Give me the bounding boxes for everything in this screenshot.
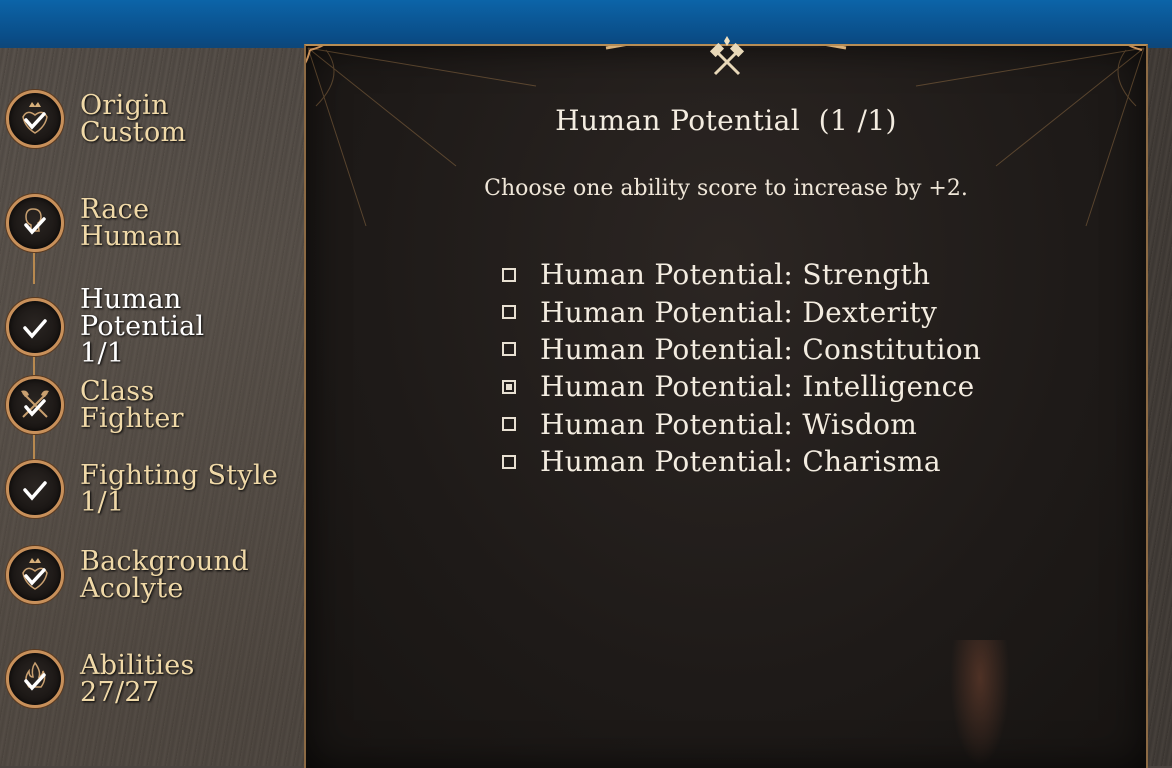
- option-label: Human Potential: Strength: [540, 258, 931, 292]
- panel-ornament: [306, 46, 1145, 227]
- check-icon: [6, 460, 64, 518]
- ability-options-list: Human Potential: Strength Human Potentia…: [502, 256, 981, 480]
- sidebar-item-label: Race Human: [80, 194, 182, 252]
- checkbox[interactable]: [502, 267, 516, 282]
- panel-title: Human Potential (1 /1): [555, 104, 897, 137]
- sidebar-item-class[interactable]: Class Fighter: [6, 376, 184, 434]
- sidebar-item-label: Background Acolyte: [80, 546, 249, 604]
- checkbox[interactable]: [502, 454, 516, 469]
- option-label: Human Potential: Charisma: [540, 445, 941, 479]
- sidebar-item-label: Class Fighter: [80, 376, 184, 434]
- checkbox[interactable]: [502, 417, 516, 432]
- checkbox-checked[interactable]: [502, 379, 516, 394]
- checkbox[interactable]: [502, 342, 516, 357]
- flame-check-icon: [6, 650, 64, 708]
- sidebar-item-label: Fighting Style 1/1: [80, 460, 279, 518]
- creation-steps-sidebar: Origin Custom Race Human Human Potential…: [0, 80, 300, 760]
- sidebar-item-background[interactable]: Background Acolyte: [6, 546, 249, 604]
- crowned-heart-check-icon: [6, 546, 64, 604]
- sidebar-item-origin[interactable]: Origin Custom: [6, 90, 186, 148]
- option-strength[interactable]: Human Potential: Strength: [502, 256, 981, 293]
- race-head-check-icon: [6, 194, 64, 252]
- option-label: Human Potential: Constitution: [540, 332, 982, 366]
- crowned-heart-check-icon: [6, 90, 64, 148]
- check-icon: [6, 297, 64, 356]
- sidebar-item-race[interactable]: Race Human: [6, 194, 182, 252]
- option-intelligence[interactable]: Human Potential: Intelligence: [502, 368, 981, 405]
- selection-panel: Human Potential (1 /1) Choose one abilit…: [304, 36, 1148, 768]
- checkbox[interactable]: [502, 305, 516, 320]
- sidebar-item-label: Origin Custom: [80, 90, 187, 148]
- sidebar-item-human-potential[interactable]: Human Potential 1/1: [6, 286, 204, 367]
- option-label: Human Potential: Intelligence: [540, 370, 975, 404]
- crossed-hammers-icon: [709, 36, 745, 76]
- option-label: Human Potential: Wisdom: [540, 407, 918, 441]
- sidebar-item-fighting-style[interactable]: Fighting Style 1/1: [6, 460, 278, 518]
- step-connector: [33, 248, 35, 284]
- option-charisma[interactable]: Human Potential: Charisma: [502, 443, 981, 480]
- option-dexterity[interactable]: Human Potential: Dexterity: [502, 293, 981, 330]
- option-constitution[interactable]: Human Potential: Constitution: [502, 331, 981, 368]
- option-wisdom[interactable]: Human Potential: Wisdom: [502, 406, 981, 443]
- crossed-axes-check-icon: [6, 376, 64, 434]
- option-label: Human Potential: Dexterity: [540, 295, 938, 329]
- character-model: [950, 640, 1010, 766]
- sidebar-item-abilities[interactable]: Abilities 27/27: [6, 650, 195, 708]
- sidebar-item-label: Abilities 27/27: [80, 650, 195, 708]
- panel-subtitle: Choose one ability score to increase by …: [484, 176, 968, 201]
- sidebar-item-label: Human Potential 1/1: [80, 284, 205, 369]
